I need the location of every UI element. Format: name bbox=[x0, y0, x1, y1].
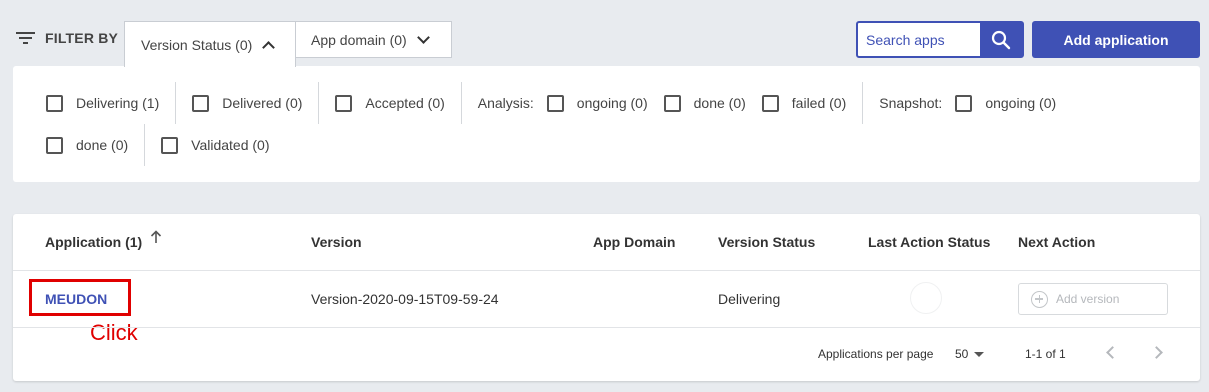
checkbox[interactable] bbox=[335, 94, 353, 112]
column-header-app-domain: App Domain bbox=[593, 234, 676, 250]
version-cell: Version-2020-09-15T09-59-24 bbox=[311, 291, 499, 307]
status-filter-panel: Delivering (1) Delivered (0) Accepted (0… bbox=[13, 66, 1200, 182]
column-header-next-action: Next Action bbox=[1018, 234, 1096, 250]
tab-version-status-label: Version Status (0) bbox=[141, 36, 253, 53]
status-filter-row: Delivering (1) Delivered (0) Accepted (0… bbox=[46, 82, 1056, 124]
divider bbox=[144, 124, 146, 166]
filter-analysis-done-label: done (0) bbox=[693, 95, 746, 111]
click-highlight-box bbox=[29, 279, 131, 316]
filter-accepted-label: Accepted (0) bbox=[365, 95, 445, 111]
analysis-group-label: Analysis: bbox=[477, 95, 534, 111]
filter-accepted[interactable]: Accepted (0) bbox=[335, 94, 445, 112]
search-box bbox=[856, 21, 1024, 58]
add-application-button[interactable]: Add application bbox=[1032, 21, 1200, 58]
per-page-value: 50 bbox=[955, 347, 969, 361]
filter-snapshot-ongoing-label: ongoing (0) bbox=[985, 95, 1057, 111]
filter-analysis-ongoing-label: ongoing (0) bbox=[576, 95, 648, 111]
chevron-down-icon bbox=[416, 31, 430, 44]
filter-validated-label: Validated (0) bbox=[191, 137, 270, 153]
per-page-label: Applications per page bbox=[818, 347, 934, 361]
filter-by-text: FILTER BY bbox=[45, 30, 119, 46]
checkbox[interactable] bbox=[46, 94, 63, 112]
snapshot-group-label: Snapshot: bbox=[879, 95, 943, 111]
column-header-application-label: Application (1) bbox=[45, 234, 143, 250]
per-page-select[interactable]: 50 bbox=[955, 347, 985, 361]
add-version-label: Add version bbox=[1056, 292, 1120, 306]
status-filter-row: done (0) Validated (0) bbox=[46, 124, 270, 166]
divider bbox=[862, 82, 864, 124]
column-header-last-action-status: Last Action Status bbox=[868, 234, 991, 250]
divider bbox=[13, 270, 1200, 271]
divider bbox=[318, 82, 320, 124]
applications-table: Application (1) Version App Domain Versi… bbox=[13, 214, 1200, 381]
filter-validated[interactable]: Validated (0) bbox=[161, 136, 270, 154]
tab-app-domain-label: App domain (0) bbox=[311, 31, 407, 48]
filter-analysis-ongoing[interactable]: ongoing (0) bbox=[546, 94, 648, 112]
filter-icon bbox=[16, 31, 35, 45]
filter-snapshot-ongoing[interactable]: ongoing (0) bbox=[955, 94, 1057, 112]
checkbox[interactable] bbox=[663, 94, 681, 112]
filter-delivered[interactable]: Delivered (0) bbox=[192, 94, 303, 112]
chevron-up-icon bbox=[262, 40, 276, 54]
previous-page-icon[interactable] bbox=[1106, 346, 1119, 359]
filter-delivering[interactable]: Delivering (1) bbox=[46, 94, 160, 112]
divider bbox=[175, 82, 177, 124]
pagination-range: 1-1 of 1 bbox=[1025, 347, 1066, 361]
search-icon bbox=[991, 30, 1011, 49]
checkbox[interactable] bbox=[46, 136, 63, 154]
filter-analysis-failed[interactable]: failed (0) bbox=[761, 94, 847, 112]
filter-analysis-failed-label: failed (0) bbox=[791, 95, 847, 111]
column-header-version-status: Version Status bbox=[718, 234, 816, 250]
search-input[interactable] bbox=[858, 23, 980, 56]
filter-snapshot-done[interactable]: done (0) bbox=[46, 136, 129, 154]
filter-analysis-done[interactable]: done (0) bbox=[663, 94, 746, 112]
sort-arrow-up-icon[interactable] bbox=[150, 230, 162, 244]
filter-snapshot-done-label: done (0) bbox=[76, 137, 129, 153]
caret-down-icon bbox=[974, 351, 985, 357]
filter-delivering-label: Delivering (1) bbox=[76, 95, 160, 111]
add-version-button[interactable]: Add version bbox=[1018, 283, 1168, 315]
tab-version-status[interactable]: Version Status (0) bbox=[124, 21, 296, 67]
checkbox[interactable] bbox=[546, 94, 564, 112]
search-button[interactable] bbox=[980, 23, 1022, 56]
checkbox[interactable] bbox=[955, 94, 973, 112]
column-header-version: Version bbox=[311, 234, 362, 250]
version-status-cell: Delivering bbox=[718, 291, 781, 307]
checkbox[interactable] bbox=[192, 94, 210, 112]
divider bbox=[460, 82, 462, 124]
filter-by-label: FILTER BY bbox=[16, 30, 118, 46]
plus-circle-icon bbox=[1031, 290, 1048, 308]
click-annotation: Click bbox=[90, 320, 138, 345]
tab-app-domain[interactable]: App domain (0) bbox=[295, 21, 452, 58]
column-header-application[interactable]: Application (1) bbox=[45, 230, 162, 250]
next-page-icon[interactable] bbox=[1150, 346, 1163, 359]
filter-delivered-label: Delivered (0) bbox=[222, 95, 303, 111]
last-action-status-indicator bbox=[910, 282, 942, 314]
checkbox[interactable] bbox=[761, 94, 779, 112]
checkbox[interactable] bbox=[161, 136, 179, 154]
divider bbox=[13, 327, 1200, 328]
